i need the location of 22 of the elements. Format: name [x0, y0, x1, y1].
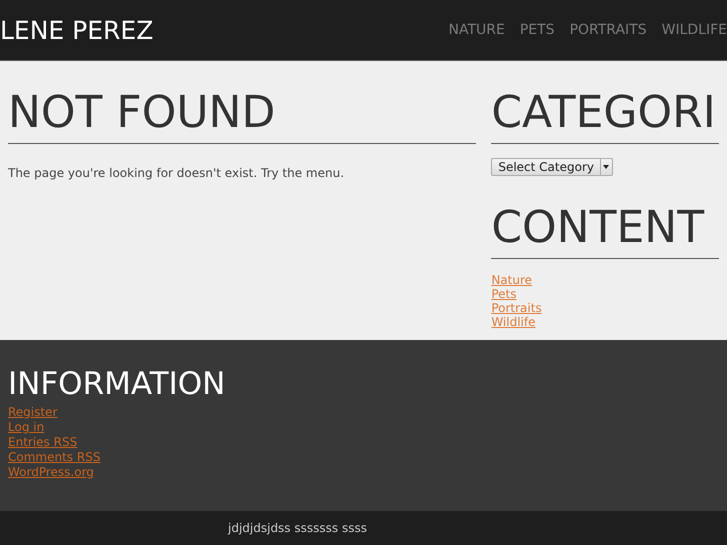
- category-link[interactable]: Portraits: [491, 301, 542, 315]
- site-title[interactable]: LENE PEREZ: [0, 18, 154, 42]
- footer-link[interactable]: Register: [8, 405, 58, 420]
- category-link[interactable]: Pets: [491, 287, 516, 301]
- footer-text: jdjdjdsjdss sssssss ssss: [228, 520, 367, 537]
- footer-link[interactable]: Entries RSS: [8, 435, 78, 450]
- footer-link[interactable]: Comments RSS: [8, 450, 100, 465]
- nav-link[interactable]: WILDLIFE: [662, 20, 727, 40]
- category-link[interactable]: Wildlife: [491, 315, 536, 329]
- information-heading: INFORMATION: [8, 365, 226, 404]
- categories-heading: CATEGORI: [491, 86, 717, 140]
- nav-link[interactable]: PETS: [520, 20, 555, 40]
- content-heading: CONTENT: [491, 201, 706, 255]
- footer-link[interactable]: WordPress.org: [8, 465, 94, 480]
- nav-link[interactable]: PORTRAITS: [570, 20, 647, 40]
- page-heading: NOT FOUND: [8, 86, 276, 140]
- caret-icon: [603, 165, 610, 169]
- not-found-message: The page you're looking for doesn't exist. Try the menu.: [8, 165, 346, 182]
- footer-link[interactable]: Log in: [8, 420, 44, 435]
- category-select[interactable]: Select Category: [491, 158, 613, 176]
- nav-link[interactable]: NATURE: [448, 20, 505, 40]
- category-link[interactable]: Nature: [491, 273, 532, 287]
